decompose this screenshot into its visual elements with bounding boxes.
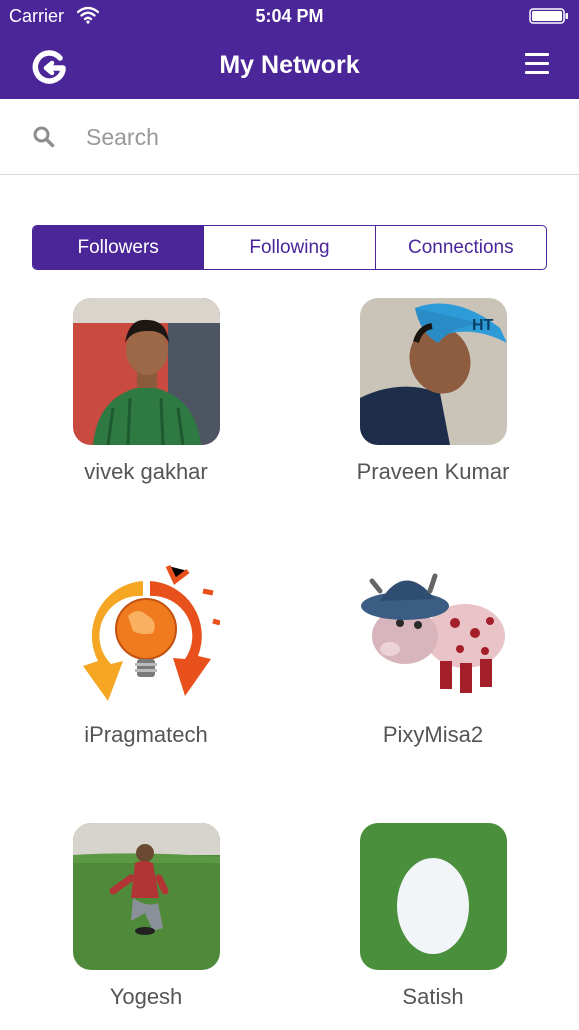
g-logo-icon[interactable] [30,48,68,86]
svg-text:HT: HT [472,317,494,334]
tab-following[interactable]: Following [203,226,374,269]
person-card-satish[interactable]: Satish [333,823,533,1010]
avatar [72,298,220,445]
navigation-bar: My Network [0,33,579,99]
network-tabs: Followers Following Connections [32,225,547,270]
avatar [72,561,220,708]
avatar [359,823,507,970]
search-input[interactable] [86,119,546,155]
tab-followers[interactable]: Followers [33,226,204,269]
person-name: Satish [402,984,464,1009]
person-card-praveen-kumar[interactable]: HT Praveen Kumar [333,298,533,485]
avatar: HT [359,298,507,445]
person-name: Praveen Kumar [356,459,510,484]
battery-icon [529,8,568,24]
person-name: PixyMisa2 [382,722,484,747]
avatar [359,561,507,708]
search-bar [0,99,579,175]
person-card-pixymisa2[interactable]: PixyMisa2 [333,561,533,748]
status-time: 5:04 PM [255,6,324,26]
search-icon [33,126,55,148]
page-title: My Network [219,51,360,79]
person-card-ipragmatech[interactable]: iPragmatech [46,561,246,748]
status-bar: Carrier 5:04 PM [0,0,579,33]
person-name: Yogesh [109,984,183,1009]
person-name: iPragmatech [84,722,208,747]
hamburger-menu-icon[interactable] [525,53,549,75]
avatar [72,823,220,970]
top-bar: Carrier 5:04 PM My Network [0,0,579,99]
tab-connections[interactable]: Connections [374,226,546,269]
person-card-yogesh[interactable]: Yogesh [46,823,246,1010]
default-egg-avatar-icon [396,858,469,954]
person-card-vivek-gakhar[interactable]: vivek gakhar [46,298,246,485]
person-name: vivek gakhar [84,459,208,484]
